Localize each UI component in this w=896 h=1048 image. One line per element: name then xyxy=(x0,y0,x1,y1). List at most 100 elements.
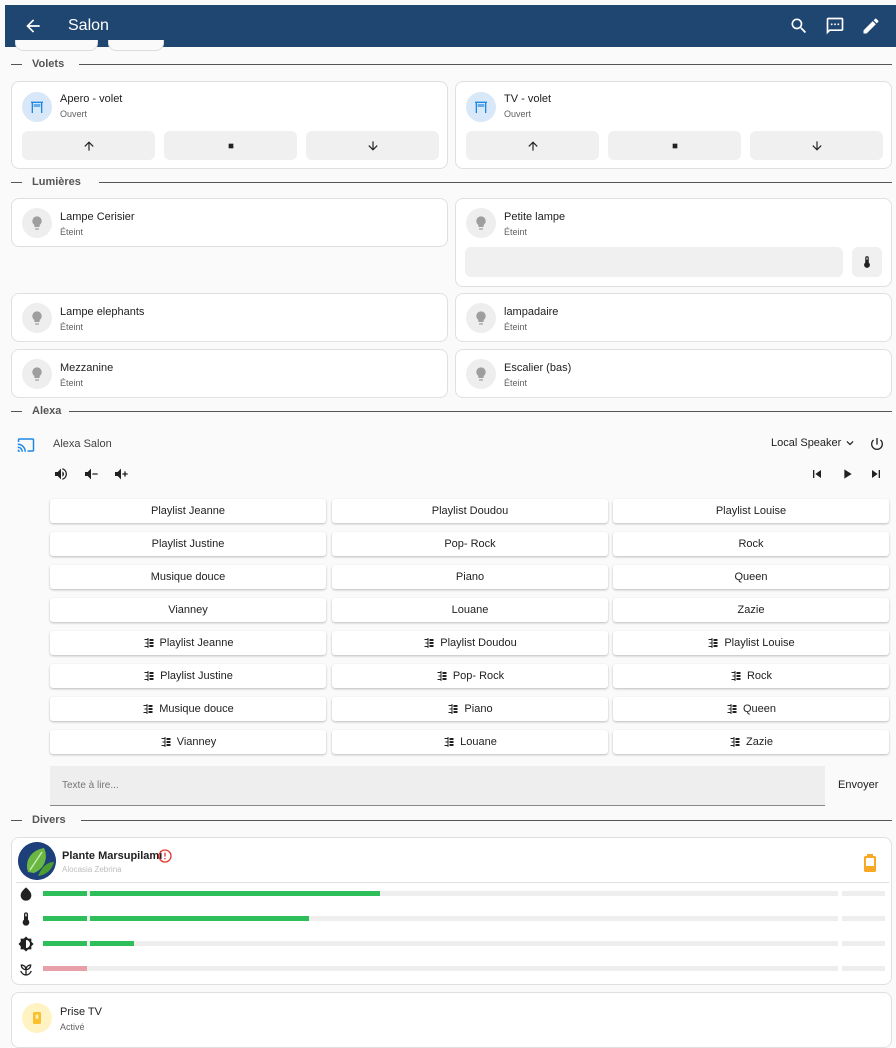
playlist-button[interactable]: Louane xyxy=(332,598,608,622)
speaker-group-icon xyxy=(730,737,740,747)
speaker-group-icon xyxy=(437,671,447,681)
cast-icon[interactable] xyxy=(17,436,35,454)
arrow-down-icon xyxy=(367,140,378,151)
cover-stop-button[interactable] xyxy=(164,131,297,160)
window-shutter-open-icon xyxy=(22,92,52,122)
cover-stop-button[interactable] xyxy=(608,131,741,160)
cover-card[interactable]: TV - volet Ouvert xyxy=(455,81,892,169)
volume-up-icon[interactable] xyxy=(113,466,129,482)
cover-open-button[interactable] xyxy=(466,131,599,160)
playlist-button[interactable]: Zazie xyxy=(613,598,889,622)
sensor-bar-end xyxy=(842,941,885,946)
playlist-button[interactable]: Piano xyxy=(332,565,608,589)
cover-open-button[interactable] xyxy=(22,131,155,160)
search-icon[interactable] xyxy=(789,16,809,36)
sensor-bar-fill xyxy=(90,916,309,921)
light-card[interactable]: Petite lampe Éteint xyxy=(455,198,892,287)
speaker-group-icon xyxy=(424,638,434,648)
lightbulb-icon xyxy=(466,359,496,389)
group-playlist-button[interactable]: Playlist Doudou xyxy=(332,631,608,655)
light-card[interactable]: lampadaire Éteint xyxy=(455,293,892,342)
playlist-button[interactable]: Queen xyxy=(613,565,889,589)
fertilizer-icon xyxy=(18,961,34,977)
source-select-value: Local Speaker xyxy=(771,437,842,449)
sensor-bar-track xyxy=(43,966,838,971)
group-playlist-button[interactable]: Playlist Louise xyxy=(613,631,889,655)
group-playlist-button[interactable]: Pop- Rock xyxy=(332,664,608,688)
playlist-button[interactable]: Playlist Louise xyxy=(613,499,889,523)
group-playlist-button[interactable]: Louane xyxy=(332,730,608,754)
section-title: Volets xyxy=(32,57,73,71)
group-playlist-button[interactable]: Playlist Justine xyxy=(50,664,326,688)
group-playlist-button[interactable]: Zazie xyxy=(613,730,889,754)
lightbulb-icon xyxy=(22,208,52,238)
light-name: Mezzanine xyxy=(60,362,114,374)
sensor-bar-end xyxy=(842,966,885,971)
light-card[interactable]: Escalier (bas) Éteint xyxy=(455,349,892,398)
cover-card[interactable]: Apero - volet Ouvert xyxy=(11,81,448,169)
sensor-bar-min-segment xyxy=(43,891,87,896)
source-select[interactable]: Local Speaker xyxy=(771,436,857,450)
alert-circle-icon[interactable] xyxy=(157,848,173,864)
tts-field[interactable] xyxy=(50,766,825,806)
stop-icon xyxy=(672,143,677,148)
thermometer-icon xyxy=(864,256,870,268)
cover-name: TV - volet xyxy=(504,93,552,105)
speaker-group-icon xyxy=(731,671,741,681)
light-state: Éteint xyxy=(60,322,84,332)
section-title: Alexa xyxy=(32,404,70,418)
section-volets: Volets xyxy=(11,57,892,71)
volume-mute-icon[interactable] xyxy=(53,466,69,482)
arrow-down-icon xyxy=(811,140,822,151)
playlist-button[interactable]: Playlist Justine xyxy=(50,532,326,556)
play-icon[interactable] xyxy=(839,466,855,482)
sensor-bar-end xyxy=(842,916,885,921)
group-playlist-button[interactable]: Vianney xyxy=(50,730,326,754)
color-temp-button[interactable] xyxy=(852,247,882,277)
pencil-icon[interactable] xyxy=(861,16,881,36)
group-playlist-button[interactable]: Queen xyxy=(613,697,889,721)
group-playlist-button[interactable]: Piano xyxy=(332,697,608,721)
group-playlist-button[interactable]: Rock xyxy=(613,664,889,688)
light-name: Lampe elephants xyxy=(60,306,145,318)
cover-name: Apero - volet xyxy=(60,93,123,105)
skip-next-icon[interactable] xyxy=(868,466,884,482)
volume-down-icon[interactable] xyxy=(83,466,99,482)
playlist-button[interactable]: Vianney xyxy=(50,598,326,622)
group-playlist-button[interactable]: Playlist Jeanne xyxy=(50,631,326,655)
playlist-button[interactable]: Musique douce xyxy=(50,565,326,589)
lightbulb-icon xyxy=(22,303,52,333)
cover-close-button[interactable] xyxy=(306,131,439,160)
scrolled-chip xyxy=(15,40,98,51)
section-title: Divers xyxy=(32,813,74,827)
lightbulb-icon xyxy=(22,359,52,389)
send-button[interactable]: Envoyer xyxy=(838,779,878,791)
cover-close-button[interactable] xyxy=(750,131,883,160)
playlist-button[interactable]: Rock xyxy=(613,532,889,556)
light-state: Éteint xyxy=(60,227,84,237)
chat-icon[interactable] xyxy=(825,16,845,36)
sensor-bar-fill xyxy=(90,941,134,946)
playlist-button[interactable]: Playlist Jeanne xyxy=(50,499,326,523)
light-card[interactable]: Lampe Cerisier Éteint xyxy=(11,198,448,247)
plant-card[interactable]: Plante Marsupilami Alocasia Zebrina xyxy=(11,837,892,985)
power-icon[interactable] xyxy=(869,436,885,452)
cover-state: Ouvert xyxy=(504,109,532,119)
brightness-slider[interactable] xyxy=(465,247,843,277)
sensor-bar-end xyxy=(842,891,885,896)
arrow-up-icon xyxy=(83,140,94,151)
battery-low-icon xyxy=(862,854,878,872)
playlist-button[interactable]: Pop- Rock xyxy=(332,532,608,556)
light-name: Escalier (bas) xyxy=(504,362,572,374)
light-card[interactable]: Lampe elephants Éteint xyxy=(11,293,448,342)
playlist-button[interactable]: Playlist Doudou xyxy=(332,499,608,523)
thermometer-icon xyxy=(18,911,34,927)
sensor-bar-min-segment xyxy=(43,916,87,921)
tts-input[interactable] xyxy=(50,766,825,805)
light-name: Petite lampe xyxy=(504,211,566,223)
group-playlist-button[interactable]: Musique douce xyxy=(50,697,326,721)
section-lumieres: Lumières xyxy=(11,175,892,189)
arrow-left-icon[interactable] xyxy=(23,16,43,36)
skip-previous-icon[interactable] xyxy=(809,466,825,482)
light-card[interactable]: Mezzanine Éteint xyxy=(11,349,448,398)
